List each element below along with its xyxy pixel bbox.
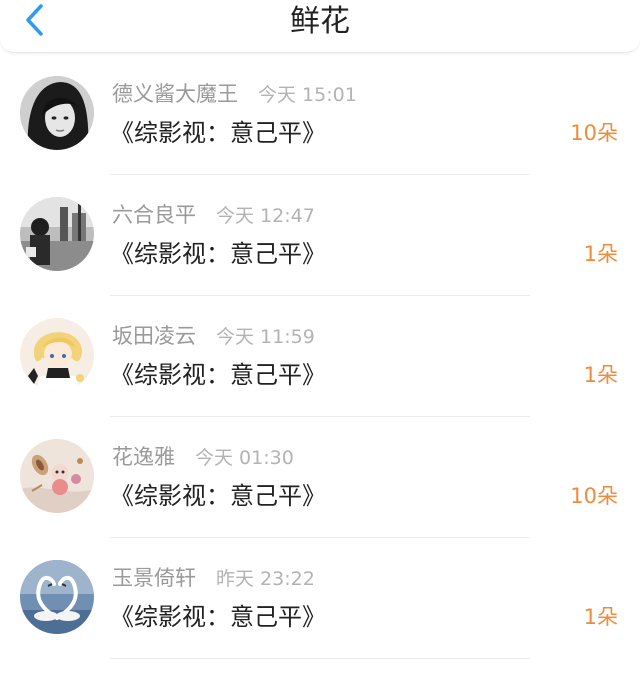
list-item[interactable]: 玉景倚轩 昨天 23:22 《综影视：意己平》 1朵 [0, 538, 640, 659]
user-name[interactable]: 德义酱大魔王 [112, 78, 238, 108]
list-item[interactable]: 坂田凌云 今天 11:59 《综影视：意己平》 1朵 [0, 296, 640, 417]
flower-count: 10朵 [570, 121, 618, 145]
timestamp: 今天 11:59 [216, 325, 315, 348]
list-item[interactable]: 六合良平 今天 12:47 《综影视：意己平》 1朵 [0, 175, 640, 296]
divider [110, 658, 530, 659]
top-bar: 鲜花 [0, 0, 640, 53]
timestamp: 今天 01:30 [195, 446, 294, 469]
list-item[interactable]: 花逸雅 今天 01:30 《综影视：意己平》 10朵 [0, 417, 640, 538]
book-title[interactable]: 《综影视：意己平》 [110, 237, 326, 271]
list-item[interactable]: 德义酱大魔王 今天 15:01 《综影视：意己平》 10朵 [0, 54, 640, 175]
avatar[interactable] [20, 318, 94, 392]
user-name[interactable]: 玉景倚轩 [112, 562, 196, 592]
avatar[interactable] [20, 76, 94, 150]
avatar[interactable] [20, 560, 94, 634]
timestamp: 今天 12:47 [216, 204, 315, 227]
book-title[interactable]: 《综影视：意己平》 [110, 358, 326, 392]
book-title[interactable]: 《综影视：意己平》 [110, 479, 326, 513]
avatar[interactable] [20, 197, 94, 271]
page-title: 鲜花 [290, 4, 350, 39]
user-name[interactable]: 六合良平 [112, 199, 196, 229]
book-title[interactable]: 《综影视：意己平》 [110, 116, 326, 150]
flower-list: 德义酱大魔王 今天 15:01 《综影视：意己平》 10朵 六合良平 今天 12… [0, 54, 640, 659]
flower-count: 1朵 [583, 605, 618, 629]
flower-count: 10朵 [570, 484, 618, 508]
user-name[interactable]: 花逸雅 [112, 441, 175, 471]
flower-count: 1朵 [583, 363, 618, 387]
avatar[interactable] [20, 439, 94, 513]
timestamp: 今天 15:01 [258, 83, 357, 106]
timestamp: 昨天 23:22 [216, 567, 315, 590]
flower-count: 1朵 [583, 242, 618, 266]
book-title[interactable]: 《综影视：意己平》 [110, 600, 326, 634]
user-name[interactable]: 坂田凌云 [112, 320, 196, 350]
